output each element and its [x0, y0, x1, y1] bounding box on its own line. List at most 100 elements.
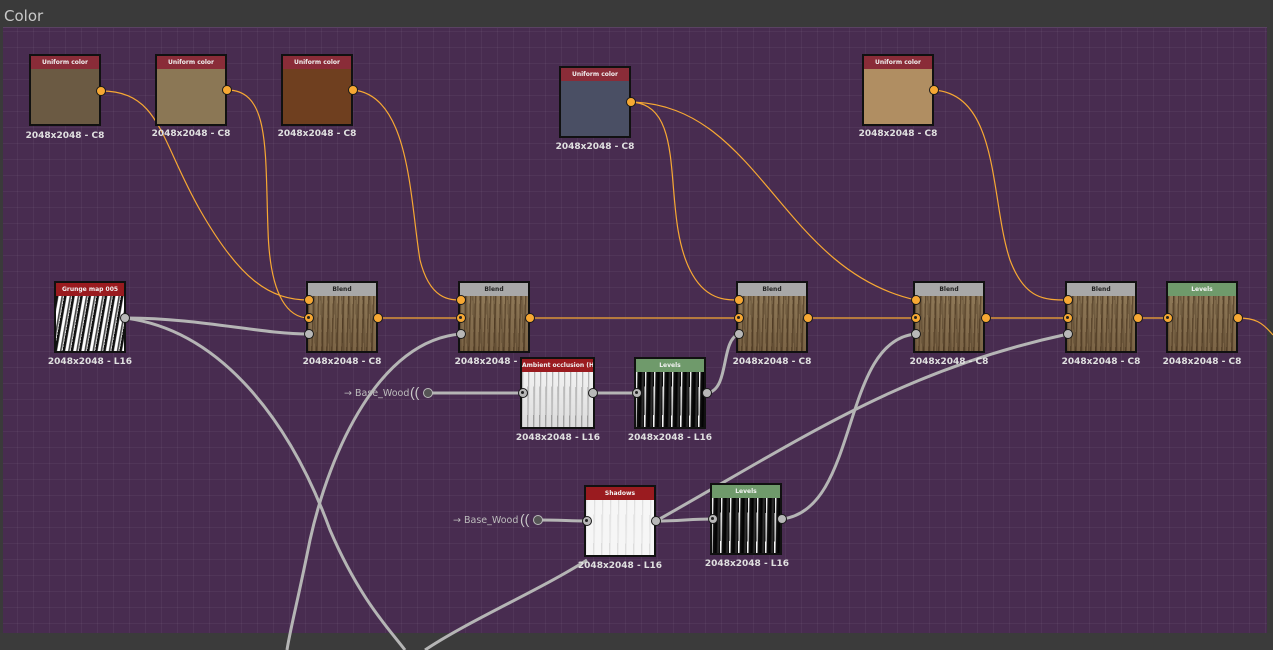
- wood-thumbnail: [738, 296, 806, 351]
- output-port[interactable]: [929, 85, 939, 95]
- node-title: Ambient occlusion (HBAO): [522, 359, 593, 372]
- node-label: 2048x2048 - C8: [909, 357, 989, 367]
- ao-thumbnail: [522, 372, 593, 427]
- wood-thumbnail: [915, 296, 983, 351]
- background-port[interactable]: [304, 313, 314, 323]
- output-port[interactable]: [1133, 313, 1143, 323]
- node-title: Uniform color: [864, 56, 932, 69]
- node-title: Levels: [1168, 283, 1236, 296]
- color-swatch: [31, 69, 99, 124]
- input-signal-icon: ((: [520, 511, 530, 527]
- blend-node-2[interactable]: Blend: [458, 281, 530, 353]
- input-port[interactable]: [582, 516, 592, 526]
- node-title: Uniform color: [561, 68, 629, 81]
- output-port[interactable]: [803, 313, 813, 323]
- opacity-port[interactable]: [456, 329, 466, 339]
- output-port[interactable]: [651, 516, 661, 526]
- blend-node-5[interactable]: Blend: [1065, 281, 1137, 353]
- input-port[interactable]: [708, 514, 718, 524]
- wire-shadows-down: [424, 558, 588, 650]
- node-label: 2048x2048 - C8: [555, 142, 635, 152]
- node-label: 2048x2048 - L16: [627, 433, 713, 443]
- output-port[interactable]: [373, 313, 383, 323]
- color-swatch: [283, 69, 351, 124]
- background-port[interactable]: [911, 313, 921, 323]
- uniform-color-node-5[interactable]: Uniform color: [862, 54, 934, 126]
- grey-wires: [124, 316, 1069, 650]
- background-port[interactable]: [734, 313, 744, 323]
- grunge-thumbnail: [56, 296, 124, 351]
- output-port[interactable]: [120, 313, 130, 323]
- opacity-port[interactable]: [1063, 329, 1073, 339]
- node-title: Blend: [915, 283, 983, 296]
- node-label: 2048x2048 - C8: [1061, 357, 1141, 367]
- wire-basewood-shadows: [537, 518, 588, 523]
- wood-thumbnail: [460, 296, 528, 351]
- foreground-port[interactable]: [304, 295, 314, 305]
- opacity-port[interactable]: [911, 329, 921, 339]
- output-port[interactable]: [702, 388, 712, 398]
- output-port[interactable]: [1233, 313, 1243, 323]
- background-port[interactable]: [1063, 313, 1073, 323]
- opacity-port[interactable]: [304, 329, 314, 339]
- input-node-port[interactable]: [533, 515, 543, 525]
- uniform-color-node-3[interactable]: Uniform color: [281, 54, 353, 126]
- output-port[interactable]: [525, 313, 535, 323]
- opacity-port[interactable]: [734, 329, 744, 339]
- color-swatch: [864, 69, 932, 124]
- output-port[interactable]: [588, 388, 598, 398]
- ambient-occlusion-node[interactable]: Ambient occlusion (HBAO): [520, 357, 595, 429]
- uniform-color-node-2[interactable]: Uniform color: [155, 54, 227, 126]
- input-label-base-wood: → Base_Wood: [453, 515, 519, 526]
- levels-node-2[interactable]: Levels: [710, 483, 782, 555]
- wire-uc3-blend2: [352, 89, 462, 301]
- shadows-thumbnail: [586, 500, 654, 555]
- foreground-port[interactable]: [1063, 295, 1073, 305]
- input-node-port[interactable]: [423, 388, 433, 398]
- wood-thumbnail: [1168, 296, 1236, 351]
- node-title: Uniform color: [31, 56, 99, 69]
- output-port[interactable]: [777, 514, 787, 524]
- levels-node-1[interactable]: Levels: [634, 357, 706, 429]
- foreground-port[interactable]: [456, 295, 466, 305]
- node-title: Grunge map 005: [56, 283, 124, 296]
- node-label: 2048x2048 - L16: [47, 357, 133, 367]
- blend-node-4[interactable]: Blend: [913, 281, 985, 353]
- blend-node-3[interactable]: Blend: [736, 281, 808, 353]
- output-port[interactable]: [222, 85, 232, 95]
- node-title: Uniform color: [157, 56, 225, 69]
- output-port[interactable]: [96, 86, 106, 96]
- foreground-port[interactable]: [911, 295, 921, 305]
- node-title: Blend: [308, 283, 376, 296]
- grunge-map-node[interactable]: Grunge map 005: [54, 281, 126, 353]
- node-title: Blend: [460, 283, 528, 296]
- uniform-color-node-4[interactable]: Uniform color: [559, 66, 631, 138]
- node-label: 2048x2048 - L16: [704, 559, 790, 569]
- foreground-port[interactable]: [734, 295, 744, 305]
- node-title: Blend: [1067, 283, 1135, 296]
- wood-thumbnail: [1067, 296, 1135, 351]
- shadows-node[interactable]: Shadows: [584, 485, 656, 557]
- node-label: 2048x2048 - C8: [1162, 357, 1242, 367]
- levels-thumbnail: [712, 498, 780, 553]
- blend-node-1[interactable]: Blend: [306, 281, 378, 353]
- input-port[interactable]: [632, 388, 642, 398]
- node-label: 2048x2048 - C8: [302, 357, 382, 367]
- uniform-color-node-1[interactable]: Uniform color: [29, 54, 101, 126]
- node-label: 2048x2048 - L16: [515, 433, 601, 443]
- color-swatch: [561, 81, 629, 136]
- node-label: 2048x2048 - C8: [151, 129, 231, 139]
- node-title: Shadows: [586, 487, 654, 500]
- background-port[interactable]: [456, 313, 466, 323]
- levels-node-output[interactable]: Levels: [1166, 281, 1238, 353]
- output-port[interactable]: [981, 313, 991, 323]
- node-label: 2048x2048 - C8: [25, 131, 105, 141]
- wire-grunge-blend1: [124, 316, 310, 336]
- node-label: 2048x2048 - C8: [277, 129, 357, 139]
- input-signal-icon: ((: [410, 384, 420, 400]
- input-port[interactable]: [518, 388, 528, 398]
- input-port[interactable]: [1163, 313, 1173, 323]
- wire-levels-out: [1237, 317, 1273, 336]
- output-port[interactable]: [348, 85, 358, 95]
- output-port[interactable]: [626, 97, 636, 107]
